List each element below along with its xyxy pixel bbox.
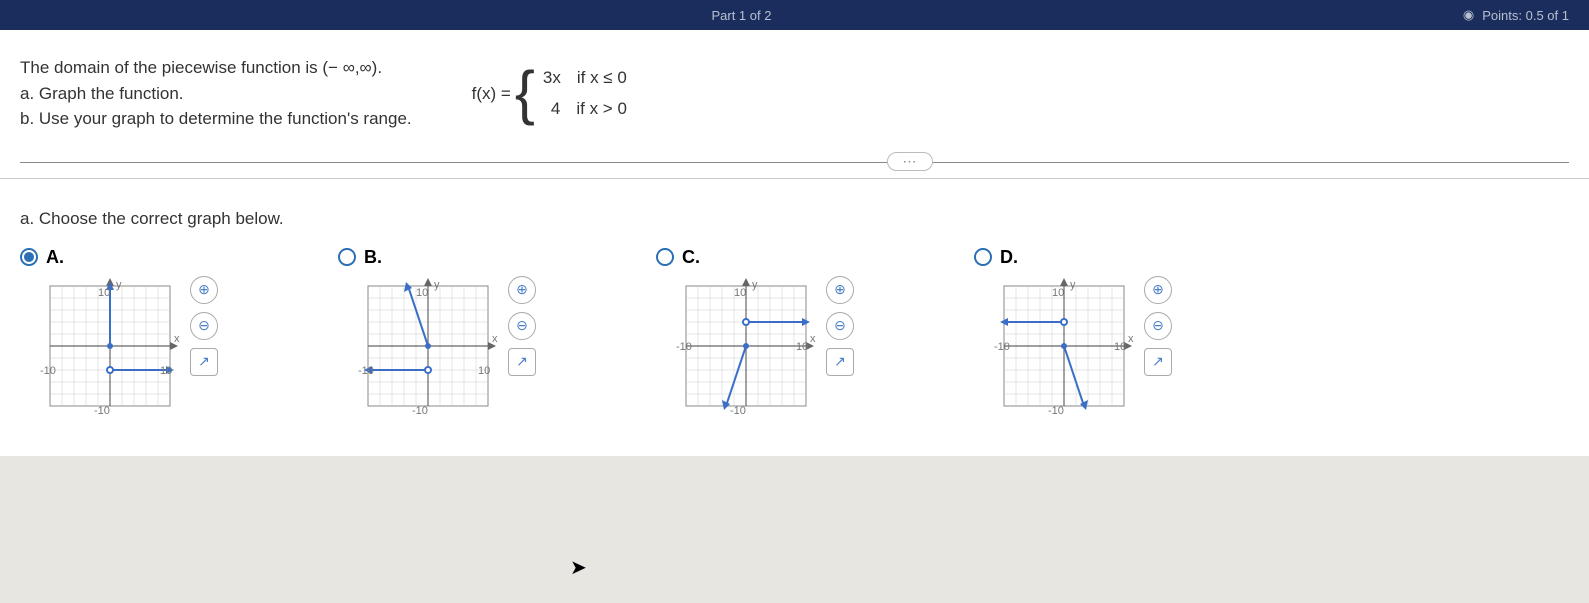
more-button[interactable]: ⋯ [887,152,933,171]
zoom-in-icon[interactable]: ⊕ [826,276,854,304]
svg-text:10: 10 [1114,341,1126,353]
svg-text:10: 10 [478,365,490,377]
svg-text:10: 10 [160,365,172,377]
zoom-out-icon[interactable]: ⊖ [1144,312,1172,340]
svg-text:10: 10 [796,341,808,353]
cursor-icon: ➤ [570,555,587,580]
zoom-in-icon[interactable]: ⊕ [190,276,218,304]
graph-c: y x 10 -10 10 -10 [676,276,816,416]
popout-icon[interactable]: ↗ [1144,348,1172,376]
zoom-out-icon[interactable]: ⊖ [190,312,218,340]
zoom-out-icon[interactable]: ⊖ [826,312,854,340]
option-c[interactable]: C. [656,247,854,416]
svg-text:-10: -10 [676,341,692,353]
svg-text:x: x [810,333,816,345]
zoom-out-icon[interactable]: ⊖ [508,312,536,340]
svg-text:x: x [174,333,180,345]
svg-text:-10: -10 [730,405,746,416]
case2-expr: 4 [543,96,560,122]
graph-d: y x 10 -10 10 -10 [994,276,1134,416]
option-b-label: B. [364,247,382,268]
function-definition: f(x) = { 3x if x ≤ 0 4 if x > 0 [472,65,627,122]
svg-text:10: 10 [1052,287,1064,299]
svg-text:-10: -10 [40,365,56,377]
option-b[interactable]: B. [338,247,536,416]
badge-icon: ◉ [1463,7,1474,23]
svg-text:y: y [434,279,440,291]
option-c-label: C. [682,247,700,268]
options-row: A. [20,247,1569,416]
question-part-b: b. Use your graph to determine the funct… [20,106,412,132]
option-d[interactable]: D. [974,247,1172,416]
svg-text:y: y [1070,279,1076,291]
svg-text:-10: -10 [94,405,110,416]
question-area: The domain of the piecewise function is … [0,30,1589,179]
svg-text:-10: -10 [412,405,428,416]
svg-text:-10: -10 [1048,405,1064,416]
svg-text:10: 10 [98,287,110,299]
svg-text:10: 10 [416,287,428,299]
option-a-label: A. [46,247,64,268]
radio-a[interactable] [20,248,38,266]
graph-b: y x 10 -10 10 -10 [358,276,498,416]
radio-d[interactable] [974,248,992,266]
zoom-in-icon[interactable]: ⊕ [508,276,536,304]
svg-text:y: y [116,279,122,291]
svg-text:-10: -10 [994,341,1010,353]
option-d-label: D. [1000,247,1018,268]
case1-expr: 3x [543,65,561,91]
popout-icon[interactable]: ↗ [508,348,536,376]
question-part-a: a. Graph the function. [20,81,412,107]
answer-area: a. Choose the correct graph below. A. [0,179,1589,456]
case1-cond: if x ≤ 0 [577,65,627,91]
option-a[interactable]: A. [20,247,218,416]
svg-text:10: 10 [734,287,746,299]
svg-text:-10: -10 [358,365,374,377]
graph-a: y x 10 -10 10 -10 [40,276,180,416]
popout-icon[interactable]: ↗ [826,348,854,376]
radio-b[interactable] [338,248,356,266]
top-bar: Part 1 of 2 ◉ Points: 0.5 of 1 [0,0,1589,30]
answer-prompt: a. Choose the correct graph below. [20,209,1569,229]
case2-cond: if x > 0 [576,96,627,122]
svg-text:y: y [752,279,758,291]
question-intro: The domain of the piecewise function is … [20,55,412,81]
svg-text:x: x [1128,333,1134,345]
popout-icon[interactable]: ↗ [190,348,218,376]
divider: ⋯ [20,162,1569,163]
points-indicator: ◉ Points: 0.5 of 1 [1463,7,1569,23]
zoom-in-icon[interactable]: ⊕ [1144,276,1172,304]
radio-c[interactable] [656,248,674,266]
part-indicator: Part 1 of 2 [20,8,1463,23]
brace-icon: { [515,69,535,117]
svg-text:x: x [492,333,498,345]
function-label: f(x) = [472,81,511,107]
question-text: The domain of the piecewise function is … [20,55,412,132]
